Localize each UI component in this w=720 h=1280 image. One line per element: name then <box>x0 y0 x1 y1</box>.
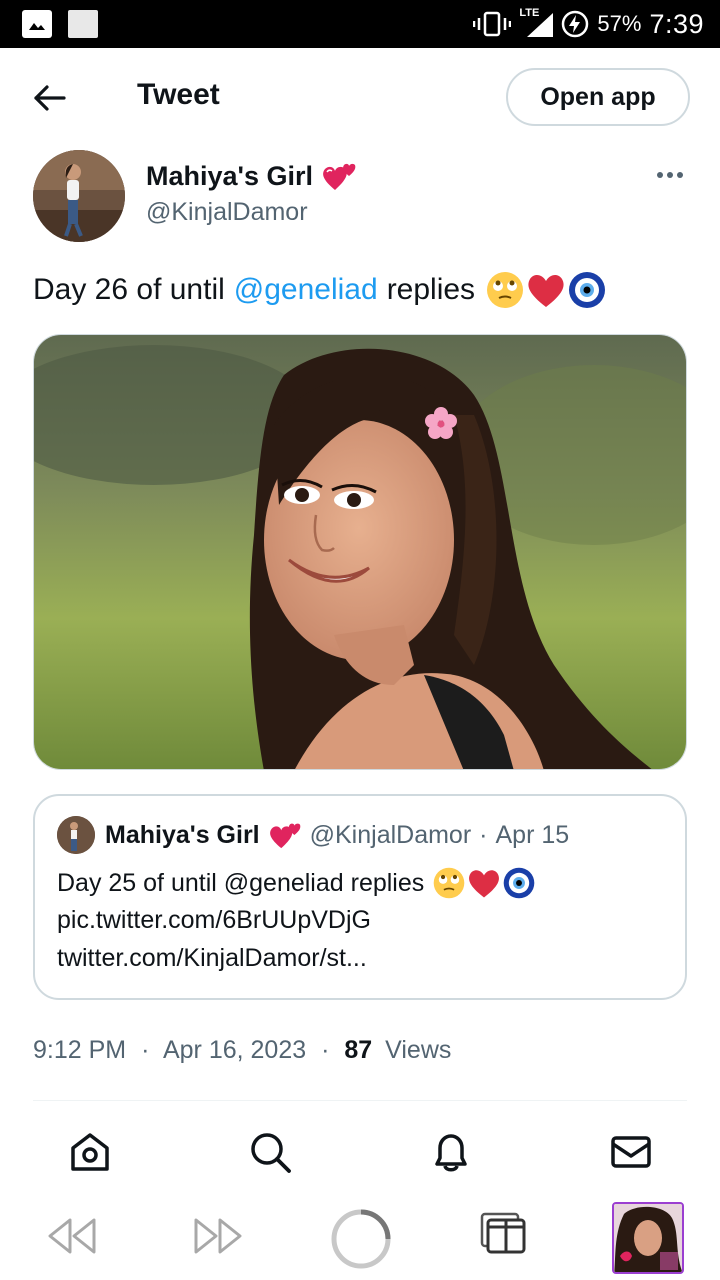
tweet-text-start: Day 26 of until <box>33 273 225 306</box>
separator-dot: · <box>321 1036 330 1064</box>
tweet-text-end: replies <box>386 273 476 306</box>
tweet-meta: 9:12 PM · Apr 16, 2023 · 87 Views <box>33 1036 451 1065</box>
browser-toolbar <box>0 1200 720 1280</box>
tweet-photo[interactable] <box>33 334 687 770</box>
views-label: Views <box>385 1036 452 1064</box>
arrow-left-icon <box>34 85 66 111</box>
dot-icon <box>657 172 663 178</box>
red-heart-emoji-icon <box>528 275 564 307</box>
separator-dot: · <box>479 820 488 849</box>
clock: 7:39 <box>649 8 704 39</box>
battery-charging-icon <box>562 10 589 38</box>
back-button[interactable] <box>30 78 70 118</box>
more-options-button[interactable] <box>652 160 688 190</box>
home-icon <box>71 1133 109 1171</box>
quote-text-line: Day 25 of until @geneliad replies <box>57 866 536 900</box>
signal-icon: LTE <box>519 7 554 39</box>
quote-header: Mahiya's Girl @KinjalDamor · Apr 15 <box>105 820 569 850</box>
tab-thumbnail[interactable] <box>612 1202 684 1274</box>
nazar-amulet-emoji-icon <box>569 272 606 308</box>
vibrate-icon <box>473 11 512 37</box>
dot-icon <box>667 172 673 178</box>
search-icon <box>251 1133 291 1173</box>
views-count: 87 <box>344 1036 373 1064</box>
page-title: Tweet <box>137 78 220 111</box>
tweet-header: Tweet Open app <box>0 48 720 146</box>
browser-forward-button[interactable] <box>192 1216 244 1261</box>
nav-messages[interactable] <box>609 1130 653 1174</box>
fast-forward-icon <box>194 1218 242 1254</box>
author-name-text: Mahiya's Girl <box>146 160 313 191</box>
separator-dot: · <box>141 1036 150 1064</box>
tabs-icon <box>480 1212 526 1254</box>
tweet-date[interactable]: Apr 16, 2023 <box>163 1036 306 1064</box>
mail-icon <box>611 1136 651 1168</box>
quoted-tweet[interactable]: Mahiya's Girl @KinjalDamor · Apr 15 Day … <box>33 794 687 1000</box>
nav-home[interactable] <box>68 1130 112 1174</box>
browser-tabs-button[interactable] <box>480 1212 526 1261</box>
quote-text: Day 25 of until @geneliad replies <box>57 868 425 897</box>
rolling-eyes-emoji-icon <box>433 867 465 899</box>
quote-date: Apr 15 <box>495 820 570 849</box>
author-name[interactable]: Mahiya's Girl <box>146 160 357 192</box>
gallery-notification-icon <box>22 10 52 38</box>
red-heart-emoji-icon <box>469 870 500 898</box>
rewind-icon <box>48 1218 96 1254</box>
open-app-button[interactable]: Open app <box>506 68 690 126</box>
bottom-nav <box>0 1104 720 1200</box>
tweet-time[interactable]: 9:12 PM <box>33 1036 126 1064</box>
quote-author-name: Mahiya's Girl <box>105 820 260 849</box>
nazar-amulet-emoji-icon <box>503 867 535 899</box>
bell-icon <box>435 1134 467 1172</box>
tweet-text: Day 26 of until @geneliad replies <box>33 270 607 310</box>
photo-image <box>34 335 686 769</box>
quote-author-handle: @KinjalDamor <box>309 820 472 849</box>
avatar[interactable] <box>33 150 125 242</box>
divider <box>33 1100 687 1101</box>
mention-link[interactable]: @geneliad <box>234 273 378 307</box>
dot-icon <box>677 172 683 178</box>
browser-reload-button[interactable] <box>330 1208 392 1275</box>
nav-search[interactable] <box>248 1130 292 1174</box>
nav-notifications[interactable] <box>429 1130 473 1174</box>
browser-back-button[interactable] <box>46 1216 98 1261</box>
author-handle[interactable]: @KinjalDamor <box>146 198 308 227</box>
rolling-eyes-emoji-icon <box>487 272 524 308</box>
quote-pic-link[interactable]: pic.twitter.com/6BrUUpVDjG <box>57 906 371 935</box>
status-bar: LTE 57% 7:39 <box>0 0 720 48</box>
reload-icon <box>331 1209 391 1269</box>
notification-icon <box>68 10 98 38</box>
quote-status-link[interactable]: twitter.com/KinjalDamor/st... <box>57 944 367 973</box>
tab-thumbnail-image <box>614 1204 682 1272</box>
two-hearts-icon <box>323 163 356 190</box>
two-hearts-icon <box>269 823 300 849</box>
battery-percent: 57% <box>597 11 642 36</box>
quote-avatar <box>57 816 95 854</box>
